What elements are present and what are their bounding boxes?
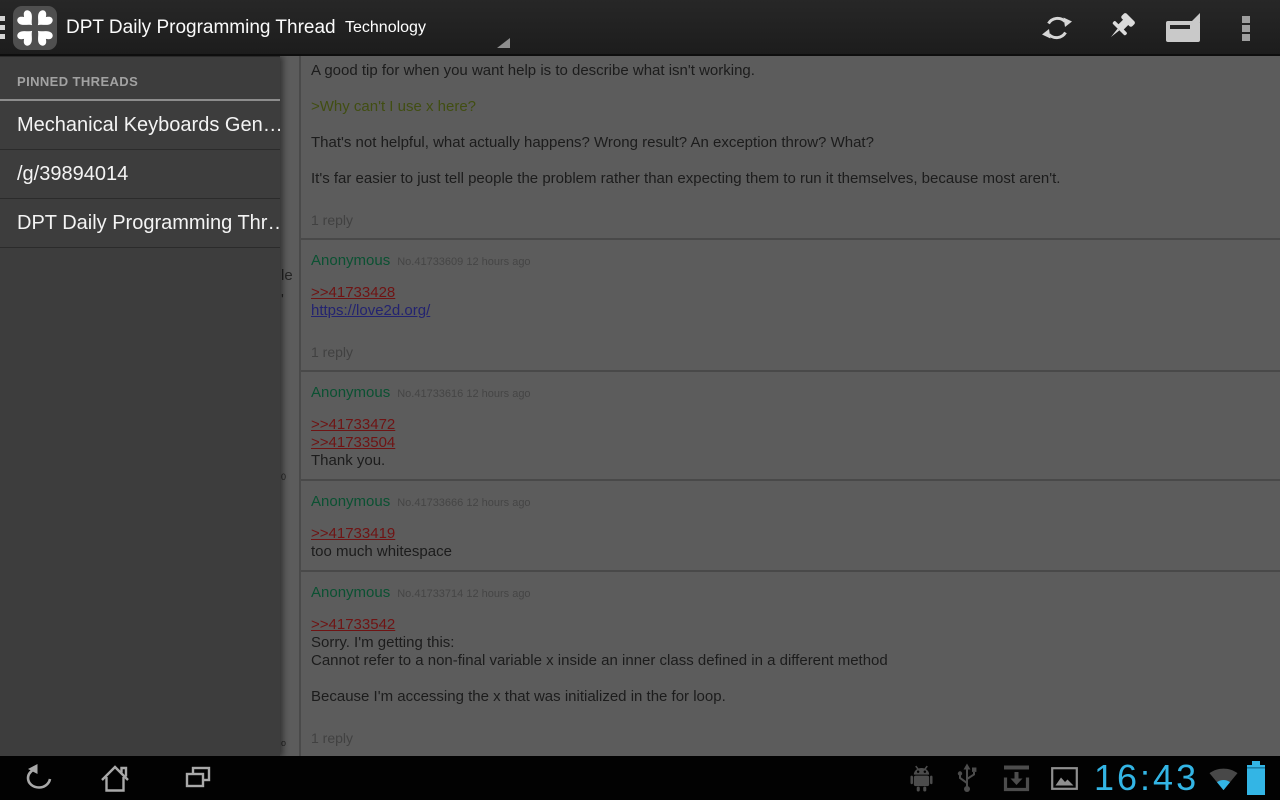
post-meta: No.41733666 12 hours ago xyxy=(397,497,530,509)
thread-title: DPT Daily Programming Thread xyxy=(66,0,336,56)
pin-button[interactable] xyxy=(1096,0,1144,56)
reply-count[interactable]: 1 reply xyxy=(311,729,353,747)
android-debug-icon xyxy=(906,756,936,800)
recents-button[interactable] xyxy=(170,756,226,800)
poster-name: Anonymous xyxy=(311,584,390,601)
post-header: Anonymous No.41733609 12 hours ago xyxy=(311,253,1260,270)
quote-link[interactable]: >>41733428 xyxy=(311,284,395,302)
reply-count[interactable]: 1 reply xyxy=(311,211,353,229)
recents-icon xyxy=(182,762,214,794)
quote-link[interactable]: >>41733472 xyxy=(311,416,395,434)
post-header: Anonymous No.41733666 12 hours ago xyxy=(311,494,1260,511)
occluded-text-fragment: 0 xyxy=(281,470,286,484)
post-text-line: It's far easier to just tell people the … xyxy=(311,170,1260,188)
pin-icon xyxy=(1103,11,1137,45)
download-icon xyxy=(1000,756,1032,800)
back-button[interactable] xyxy=(12,756,68,800)
screen: le ' 0 o A good tip for when you want help … xyxy=(0,0,1280,800)
clover-leaves xyxy=(15,8,55,48)
background-list-strip: le ' 0 o xyxy=(280,56,299,756)
blank-line xyxy=(311,670,1260,688)
blank-line xyxy=(311,116,1260,134)
home-icon xyxy=(99,762,131,794)
post-list[interactable]: A good tip for when you want help is to … xyxy=(301,56,1280,756)
poster-name: Anonymous xyxy=(311,252,390,269)
pinned-thread-item[interactable]: /g/39894014 xyxy=(0,150,280,199)
post-text-line: A good tip for when you want help is to … xyxy=(311,62,1260,80)
home-button[interactable] xyxy=(87,756,143,800)
image-icon xyxy=(1049,756,1079,800)
occluded-text-fragment: o xyxy=(281,736,286,750)
url-link[interactable]: https://love2d.org/ xyxy=(311,302,430,320)
post-meta: No.41733714 12 hours ago xyxy=(397,588,530,600)
greentext-line: >Why can't I use x here? xyxy=(311,98,1260,116)
usb-icon xyxy=(954,756,980,800)
occluded-text-fragment: le xyxy=(281,269,293,283)
pinned-threads-header: PINNED THREADS xyxy=(0,57,280,101)
post-text-line: Because I'm accessing the x that was ini… xyxy=(311,688,1260,706)
post-header: Anonymous No.41733616 12 hours ago xyxy=(311,385,1260,402)
post[interactable]: Anonymous No.41733616 12 hours ago >>41733… xyxy=(301,372,1280,481)
clover-app-icon[interactable] xyxy=(13,6,57,50)
pinned-thread-item[interactable]: Mechanical Keyboards Gen… xyxy=(0,101,280,150)
wifi-icon xyxy=(1205,756,1241,800)
blank-line xyxy=(311,152,1260,170)
system-bar: 16:43 xyxy=(0,756,1280,800)
post-text-line: That's not helpful, what actually happen… xyxy=(311,134,1260,152)
post-meta: No.41733609 12 hours ago xyxy=(397,256,530,268)
overflow-icon xyxy=(1242,14,1250,43)
post[interactable]: Anonymous No.41733666 12 hours ago >>41733… xyxy=(301,481,1280,572)
clock: 16:43 xyxy=(1094,756,1199,800)
post[interactable]: Anonymous No.41733609 12 hours ago >>41733… xyxy=(301,240,1280,372)
quote-link[interactable]: >>41733504 xyxy=(311,434,395,452)
post[interactable]: A good tip for when you want help is to … xyxy=(301,56,1280,240)
post-text-line: Cannot refer to a non-final variable x i… xyxy=(311,652,1260,670)
blank-line xyxy=(311,80,1260,98)
poster-name: Anonymous xyxy=(311,493,390,510)
reply-count[interactable]: 1 reply xyxy=(311,343,353,361)
post-header: Anonymous No.41733714 12 hours ago xyxy=(311,585,1260,602)
quote-link[interactable]: >>41733542 xyxy=(311,616,395,634)
refresh-button[interactable] xyxy=(1033,0,1081,56)
quote-link[interactable]: >>41733419 xyxy=(311,525,395,543)
board-spinner[interactable]: Technology xyxy=(345,0,426,56)
poster-name: Anonymous xyxy=(311,384,390,401)
back-icon xyxy=(24,762,56,794)
action-bar: DPT Daily Programming Thread Technology xyxy=(0,0,1280,56)
menu-sliver-icon[interactable] xyxy=(0,16,5,42)
pinned-threads-drawer: PINNED THREADS Mechanical Keyboards Gen…… xyxy=(0,56,280,757)
post-text-line: Thank you. xyxy=(311,452,1260,470)
battery-icon xyxy=(1243,756,1269,800)
post-text-line: Sorry. I'm getting this: xyxy=(311,634,1260,652)
post-meta: No.41733616 12 hours ago xyxy=(397,388,530,400)
pinned-thread-item[interactable]: DPT Daily Programming Thr… xyxy=(0,199,280,248)
reply-icon xyxy=(1166,21,1200,42)
spinner-caret-icon xyxy=(497,38,510,48)
overflow-button[interactable] xyxy=(1222,0,1270,56)
post-text-line: too much whitespace xyxy=(311,543,1260,561)
pinned-threads-list: Mechanical Keyboards Gen…/g/39894014DPT … xyxy=(0,101,280,248)
reply-button[interactable] xyxy=(1159,0,1207,56)
occluded-text-fragment: ' xyxy=(281,293,284,307)
post[interactable]: Anonymous No.41733714 12 hours ago >>41733… xyxy=(301,572,1280,756)
refresh-icon xyxy=(1041,12,1073,44)
